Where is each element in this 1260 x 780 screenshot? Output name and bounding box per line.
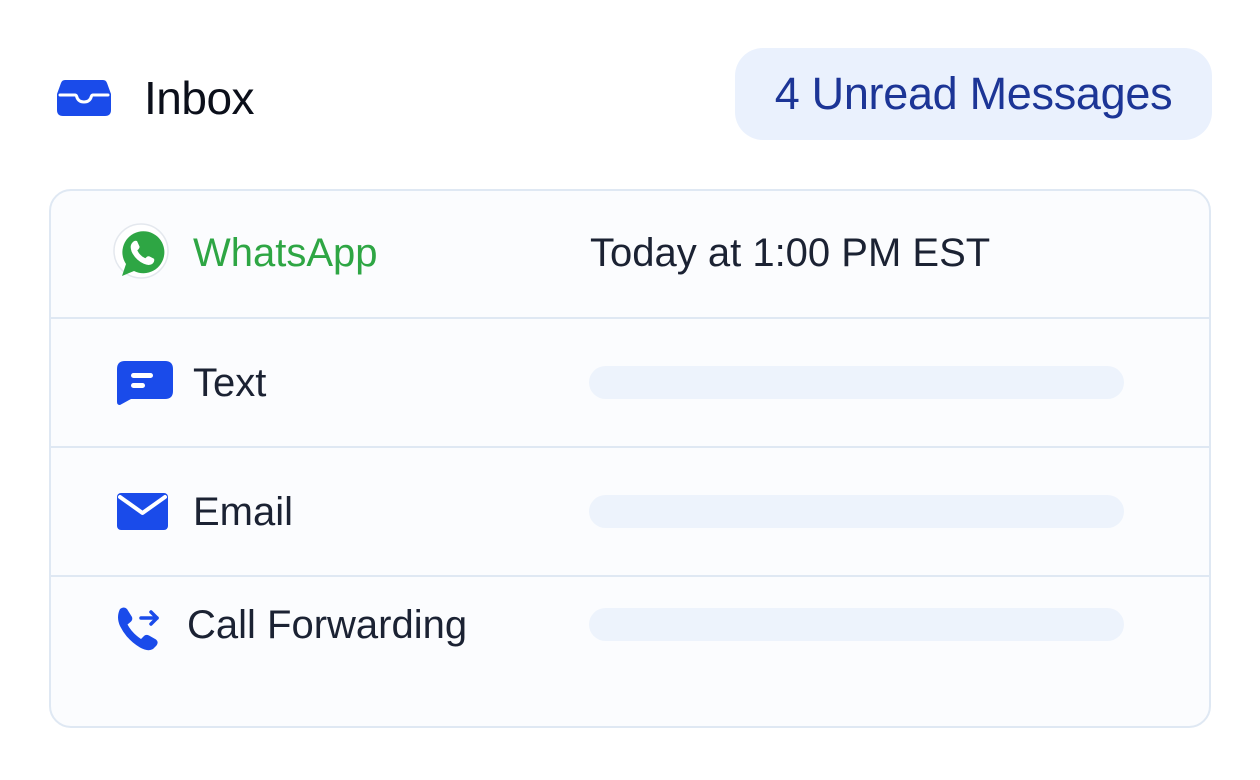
list-item-text[interactable]: Text [51,319,1209,448]
channel-list: WhatsApp Today at 1:00 PM EST Text Email… [49,189,1211,728]
channel-label: WhatsApp [193,231,378,275]
phone-forward-icon [118,607,159,651]
inbox-icon [57,80,111,116]
channel-label: Call Forwarding [187,603,468,647]
whatsapp-icon [113,223,169,279]
message-preview-placeholder [589,608,1124,641]
envelope-icon [117,493,168,530]
channel-label: Email [193,490,294,534]
text-message-icon [117,361,173,405]
list-item-call-forwarding[interactable]: Call Forwarding [51,577,1209,726]
unread-messages-count: 4 Unread Messages [774,68,1173,119]
scheduled-time: Today at 1:00 PM EST [590,231,991,275]
list-item-whatsapp[interactable]: WhatsApp Today at 1:00 PM EST [51,191,1209,319]
page-title: Inbox [144,72,255,124]
unread-messages-badge[interactable]: 4 Unread Messages [735,48,1212,140]
message-preview-placeholder [589,495,1124,528]
message-preview-placeholder [589,366,1124,399]
list-item-email[interactable]: Email [51,448,1209,577]
inbox-header: Inbox 4 Unread Messages [0,0,1260,180]
channel-label: Text [193,361,267,405]
